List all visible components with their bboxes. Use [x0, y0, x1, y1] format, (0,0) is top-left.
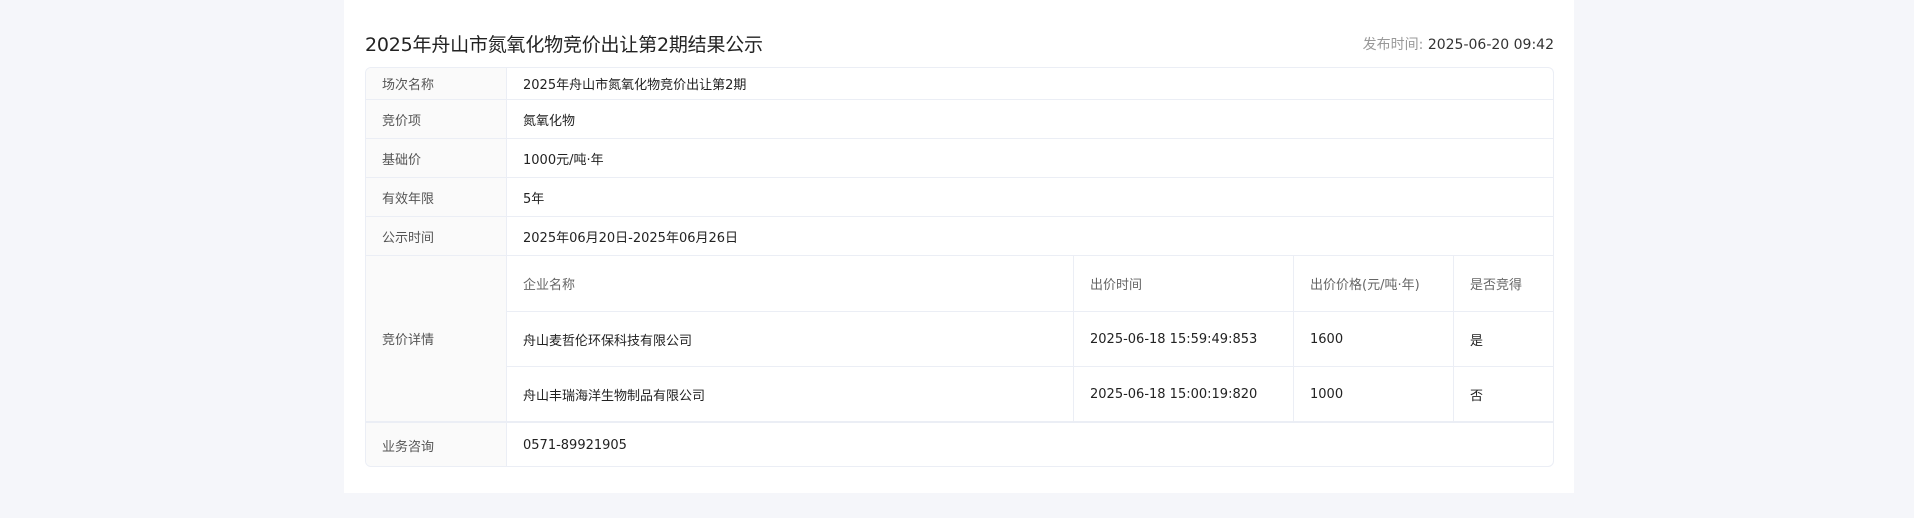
row-base-price: 基础价 1000元/吨·年	[366, 139, 1553, 178]
cell-won: 否	[1470, 389, 1484, 404]
row-value: 2025年舟山市氮氧化物竞价出让第2期	[523, 78, 747, 93]
row-session-name: 场次名称 2025年舟山市氮氧化物竞价出让第2期	[366, 68, 1553, 100]
row-label: 场次名称	[366, 68, 507, 99]
consult-phone[interactable]: 0571-89921905	[507, 423, 1553, 466]
row-value: 1000元/吨·年	[523, 152, 604, 168]
bid-table-header: 企业名称 出价时间 出价价格(元/吨·年) 是否竞得	[507, 256, 1553, 312]
row-label: 基础价	[366, 139, 507, 177]
publish-time-label: 发布时间:	[1362, 37, 1424, 53]
row-label: 公示时间	[366, 217, 507, 255]
column-header-company: 企业名称	[507, 256, 1074, 311]
table-row: 舟山麦哲伦环保科技有限公司 2025-06-18 15:59:49:853 16…	[507, 312, 1553, 367]
column-header-won: 是否竞得	[1470, 278, 1523, 293]
table-row: 舟山丰瑞海洋生物制品有限公司 2025-06-18 15:00:19:820 1…	[507, 367, 1553, 422]
row-consult: 业务咨询 0571-89921905	[366, 422, 1553, 466]
cell-company: 舟山丰瑞海洋生物制品有限公司	[507, 367, 1074, 422]
cell-bid-time: 2025-06-18 15:00:19:820	[1074, 367, 1294, 422]
row-value: 2025年06月20日-2025年06月26日	[523, 230, 739, 246]
cell-bid-price: 1000	[1294, 367, 1454, 422]
row-label: 有效年限	[366, 178, 507, 216]
cell-won: 是	[1470, 333, 1484, 349]
publish-time-value: 2025-06-20 09:42	[1427, 37, 1554, 53]
row-label: 竞价详情	[366, 256, 507, 421]
bid-details-table: 企业名称 出价时间 出价价格(元/吨·年) 是否竞得 舟山麦哲伦环保科技有限公司…	[507, 256, 1553, 422]
cell-bid-time: 2025-06-18 15:59:49:853	[1074, 312, 1294, 366]
publish-time: 发布时间: 2025-06-20 09:42	[1363, 34, 1554, 54]
row-value: 氮氧化物	[523, 113, 576, 129]
row-validity: 有效年限 5年	[366, 178, 1553, 217]
result-card: 2025年舟山市氮氧化物竞价出让第2期结果公示 发布时间: 2025-06-20…	[344, 0, 1574, 493]
result-table: 场次名称 2025年舟山市氮氧化物竞价出让第2期 竞价项 氮氧化物 基础价 10…	[365, 67, 1554, 467]
row-publicity-period: 公示时间 2025年06月20日-2025年06月26日	[366, 217, 1553, 256]
column-header-bid-price: 出价价格(元/吨·年)	[1294, 256, 1454, 311]
cell-company: 舟山麦哲伦环保科技有限公司	[507, 312, 1074, 366]
row-value: 5年	[523, 191, 545, 207]
row-bid-details: 竞价详情 企业名称 出价时间 出价价格(元/吨·年) 是否竞得 舟山麦哲伦环保科…	[366, 256, 1553, 422]
page-title: 2025年舟山市氮氧化物竞价出让第2期结果公示	[365, 34, 763, 56]
row-label: 业务咨询	[366, 423, 507, 466]
row-bid-item: 竞价项 氮氧化物	[366, 100, 1553, 139]
cell-bid-price: 1600	[1294, 312, 1454, 366]
column-header-bid-time: 出价时间	[1074, 256, 1294, 311]
row-label: 竞价项	[366, 100, 507, 138]
